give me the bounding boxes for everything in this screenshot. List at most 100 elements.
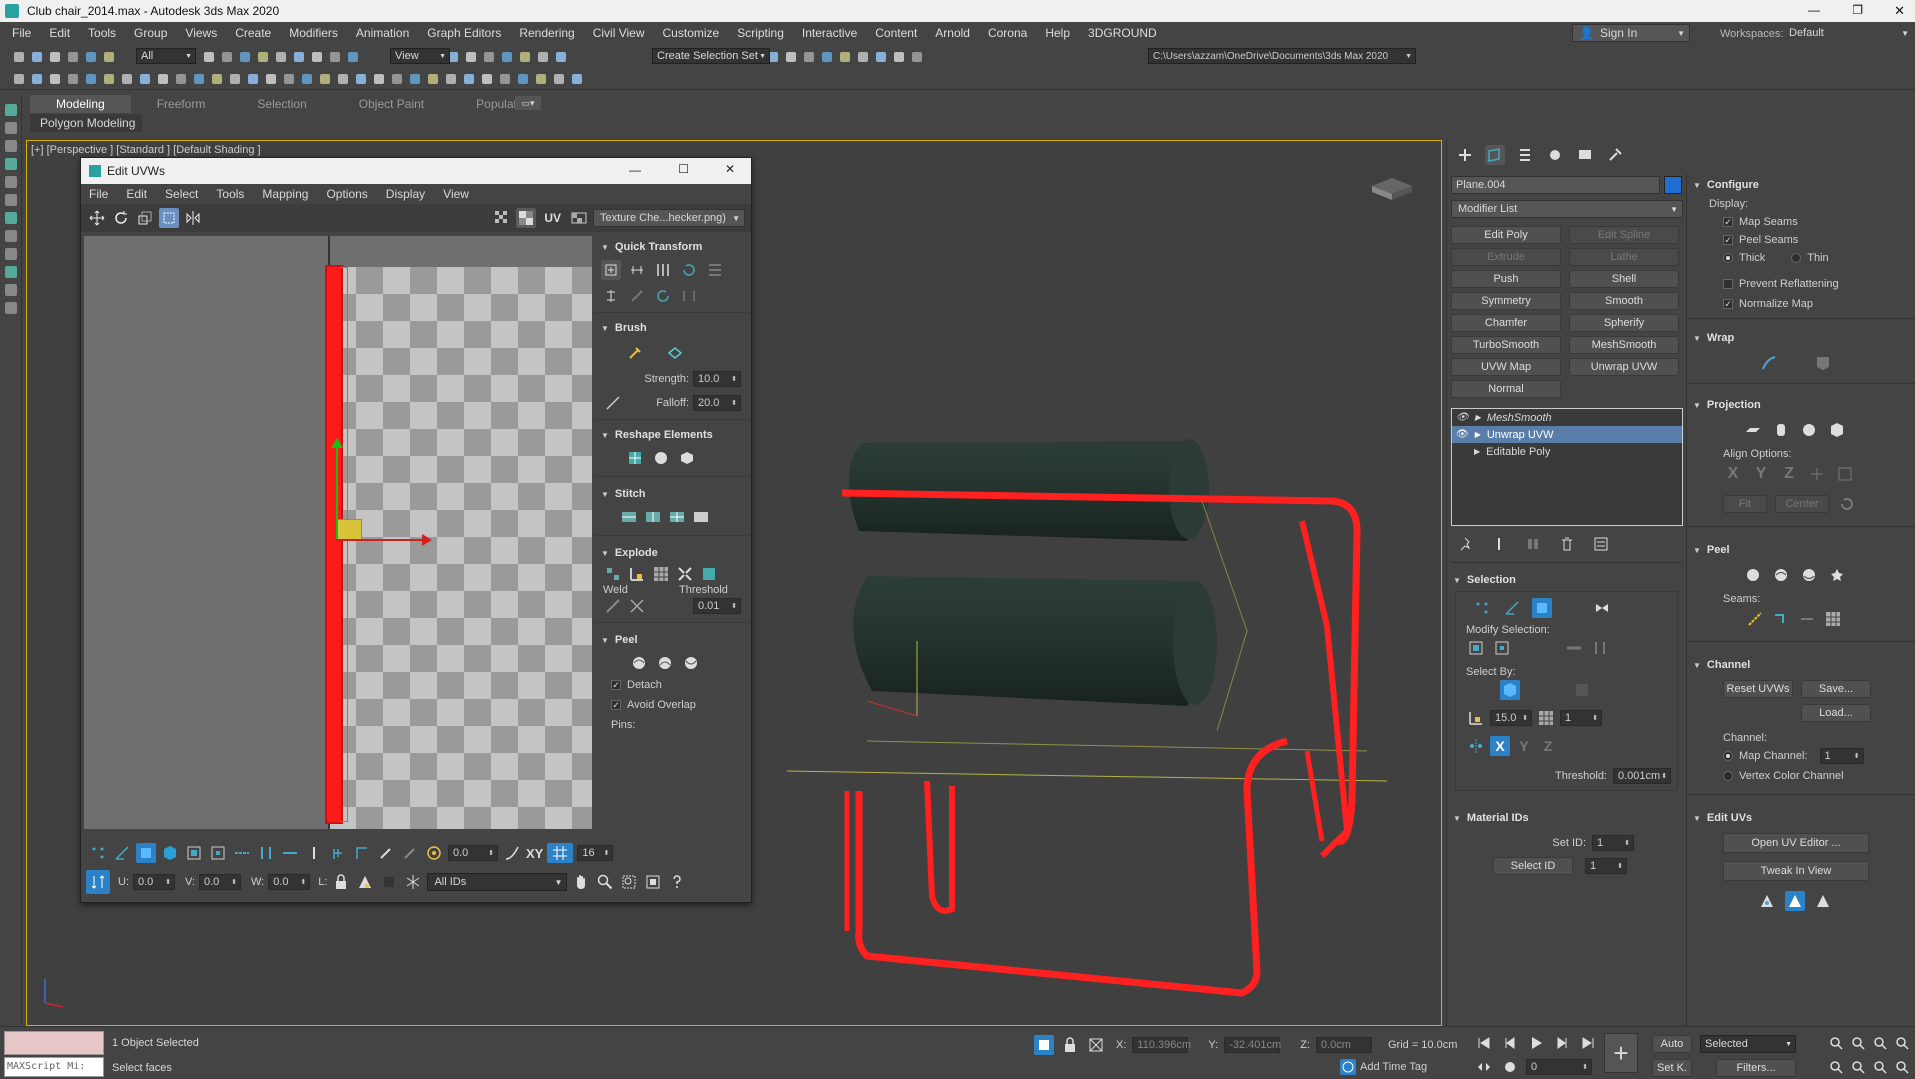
utilities-tab-icon[interactable] bbox=[1605, 145, 1625, 165]
absolute-relative-icon[interactable] bbox=[1086, 1035, 1106, 1055]
checker-grid-icon[interactable] bbox=[492, 208, 512, 228]
tb2-tool-icon[interactable] bbox=[352, 69, 370, 89]
stitch-custom-icon[interactable] bbox=[619, 507, 639, 527]
zoom-icon[interactable] bbox=[1826, 1033, 1846, 1053]
weld-selected-icon[interactable] bbox=[603, 596, 623, 616]
modify-tab-icon[interactable] bbox=[1485, 145, 1505, 165]
y-coordinate-field[interactable]: -32.401cm bbox=[1224, 1037, 1281, 1053]
tb1-tool-icon[interactable] bbox=[872, 47, 890, 67]
set-key-mode-button[interactable]: Set K. bbox=[1652, 1059, 1692, 1077]
quick-planar-icon[interactable] bbox=[1785, 891, 1805, 911]
left-strip-tool-icon[interactable] bbox=[4, 158, 17, 170]
close-button[interactable]: ✕ bbox=[1894, 3, 1905, 19]
left-strip-tool-icon[interactable] bbox=[4, 104, 17, 116]
modifier-list-dropdown[interactable]: Modifier List ▼ bbox=[1451, 200, 1683, 218]
previous-frame-icon[interactable] bbox=[1500, 1033, 1520, 1053]
menu-views[interactable]: Views bbox=[185, 26, 217, 40]
snowflake-icon[interactable] bbox=[403, 872, 423, 892]
uvw-menu-edit[interactable]: Edit bbox=[126, 187, 147, 201]
reshape-elements-rollout[interactable]: ▼ Reshape Elements bbox=[595, 424, 749, 446]
tb2-tool-icon[interactable] bbox=[406, 69, 424, 89]
map-seams-checkbox[interactable]: ✓ Map Seams bbox=[1723, 216, 1915, 228]
left-strip-tool-icon[interactable] bbox=[4, 230, 17, 242]
edge-sel-to-seams-icon[interactable] bbox=[1797, 609, 1817, 629]
uvw-close-button[interactable]: ✕ bbox=[725, 162, 735, 176]
ribbon-tab-modeling[interactable]: Modeling bbox=[30, 95, 131, 113]
rotate-cw-icon[interactable] bbox=[653, 286, 673, 306]
fit-button[interactable]: Fit bbox=[1723, 495, 1767, 513]
uvw-menu-tools[interactable]: Tools bbox=[216, 187, 244, 201]
soft-selection-spinner[interactable]: 0.0 ⬍ bbox=[448, 845, 498, 861]
menu-file[interactable]: File bbox=[12, 26, 31, 40]
left-strip-tool-icon[interactable] bbox=[4, 122, 17, 134]
project-path-dropdown[interactable]: C:\Users\azzam\OneDrive\Documents\3ds Ma… bbox=[1148, 48, 1416, 64]
v-spinner[interactable]: 0.0 ⬍ bbox=[199, 874, 241, 890]
tb2-tool-icon[interactable] bbox=[64, 69, 82, 89]
tb1-tool-icon[interactable] bbox=[782, 47, 800, 67]
detach-checkbox[interactable]: ✓ Detach bbox=[595, 675, 749, 695]
x-coordinate-field[interactable]: 110.396cm bbox=[1132, 1037, 1191, 1053]
select-id-button[interactable]: Select ID bbox=[1493, 857, 1573, 875]
expand-icon[interactable]: ▶ bbox=[1475, 430, 1481, 439]
peel-rollout-right[interactable]: ▼ Peel bbox=[1687, 539, 1915, 561]
zoom-extents-icon[interactable] bbox=[1870, 1033, 1890, 1053]
point-to-point-icon[interactable] bbox=[304, 843, 324, 863]
tb2-tool-icon[interactable] bbox=[28, 69, 46, 89]
set-id-spinner[interactable]: 1 ⬍ bbox=[1592, 835, 1634, 851]
stitch-target-icon[interactable] bbox=[691, 507, 711, 527]
workspace-dropdown[interactable]: Default ▼ bbox=[1785, 24, 1913, 42]
rotate-ccw-icon[interactable] bbox=[679, 260, 699, 280]
field-of-view-icon[interactable] bbox=[1826, 1057, 1846, 1077]
uvw-menu-view[interactable]: View bbox=[443, 187, 469, 201]
quick-transform-rollout[interactable]: ▼ Quick Transform bbox=[595, 236, 749, 258]
tb2-tool-icon[interactable] bbox=[46, 69, 64, 89]
peel-seams-checkbox[interactable]: ✓ Peel Seams bbox=[1723, 234, 1915, 246]
brush-line-icon[interactable] bbox=[603, 393, 623, 413]
tb2-tool-icon[interactable] bbox=[496, 69, 514, 89]
paint-deselect-icon[interactable] bbox=[400, 843, 420, 863]
move-icon[interactable] bbox=[87, 208, 107, 228]
ref-coord-dropdown[interactable]: View ▼ bbox=[390, 48, 450, 64]
tb2-tool-icon[interactable] bbox=[442, 69, 460, 89]
tb1-tool-icon[interactable] bbox=[498, 47, 516, 67]
orbit-icon[interactable] bbox=[1870, 1057, 1890, 1077]
xy-toggle[interactable]: XY bbox=[526, 846, 543, 861]
vertex-color-channel-radio[interactable]: Vertex Color Channel bbox=[1687, 764, 1915, 782]
maximize-button[interactable]: ❐ bbox=[1852, 3, 1863, 17]
loop-icon[interactable] bbox=[232, 843, 252, 863]
uv-editor-canvas[interactable] bbox=[84, 236, 592, 829]
unfold-strip-icon[interactable] bbox=[1813, 353, 1833, 373]
edit-seams-icon[interactable] bbox=[1745, 609, 1765, 629]
spherical-map-icon[interactable] bbox=[1799, 420, 1819, 440]
stitch-rollout[interactable]: ▼ Stitch bbox=[595, 483, 749, 505]
grow-icon[interactable] bbox=[1466, 638, 1486, 658]
save-button[interactable]: Save... bbox=[1801, 680, 1871, 698]
selection-set-dropdown[interactable]: Create Selection Set ▼ bbox=[652, 48, 770, 64]
peel-rollout[interactable]: ▼ Peel bbox=[595, 629, 749, 651]
modifier-button-spherify[interactable]: Spherify bbox=[1569, 314, 1679, 332]
menu-customize[interactable]: Customize bbox=[663, 26, 720, 40]
align-z-icon[interactable]: Z bbox=[1779, 464, 1799, 484]
weld-icon[interactable] bbox=[699, 564, 719, 584]
menu-3dground[interactable]: 3DGROUND bbox=[1088, 26, 1157, 40]
menu-interactive[interactable]: Interactive bbox=[802, 26, 857, 40]
grow-selection-icon[interactable] bbox=[184, 843, 204, 863]
modifier-button-meshsmooth[interactable]: MeshSmooth bbox=[1569, 336, 1679, 354]
tb1-tool-icon[interactable] bbox=[480, 47, 498, 67]
vertex-mode-icon[interactable] bbox=[88, 843, 108, 863]
tb2-tool-icon[interactable] bbox=[424, 69, 442, 89]
tweak-uv-icon[interactable] bbox=[1813, 891, 1833, 911]
mirror-icon[interactable] bbox=[183, 208, 203, 228]
stack-item-meshsmooth[interactable]: 👁 ▶ MeshSmooth bbox=[1452, 409, 1682, 426]
ribbon-sub[interactable]: Polygon Modeling bbox=[30, 114, 142, 132]
tb2-tool-icon[interactable] bbox=[514, 69, 532, 89]
break-icon[interactable] bbox=[603, 564, 623, 584]
show-end-result-icon[interactable] bbox=[1489, 534, 1509, 554]
modifier-button-normal[interactable]: Normal bbox=[1451, 380, 1561, 398]
w-spinner[interactable]: 0.0 ⬍ bbox=[268, 874, 311, 890]
weld-threshold-spinner[interactable]: 0.01 ⬍ bbox=[693, 598, 741, 614]
tb1-tool-icon[interactable] bbox=[272, 47, 290, 67]
selection-filter-dropdown[interactable]: All ▼ bbox=[136, 48, 196, 64]
configure-rollout[interactable]: ▼ Configure bbox=[1687, 174, 1915, 196]
tb1-tool-icon[interactable] bbox=[308, 47, 326, 67]
